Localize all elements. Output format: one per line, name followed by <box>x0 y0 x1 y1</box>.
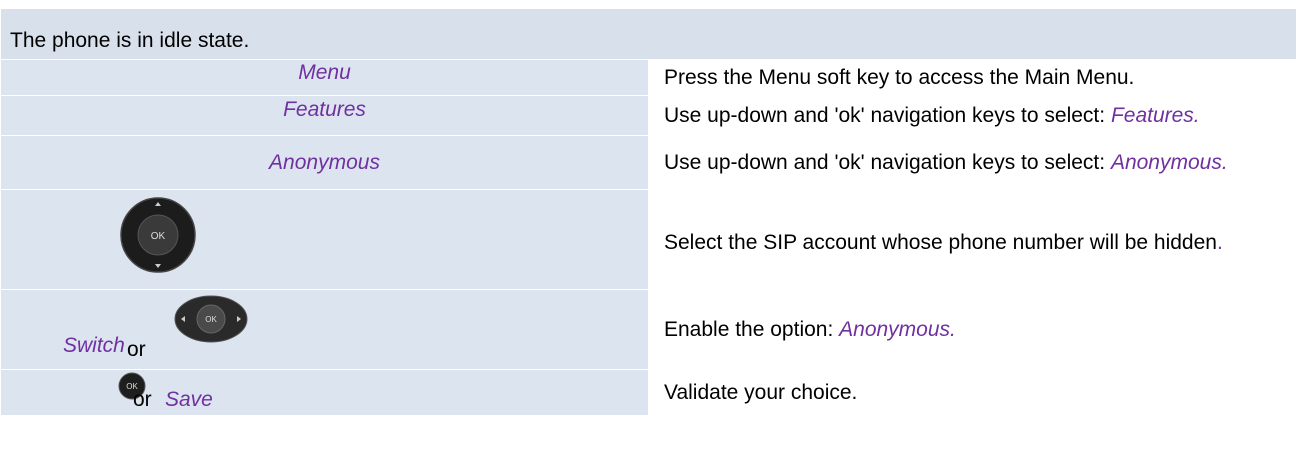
menu-softkey-label: Menu <box>298 60 351 84</box>
key-cell: Features <box>0 95 649 136</box>
save-softkey-label: Save <box>165 388 213 411</box>
header-text: The phone is in idle state. <box>10 29 250 52</box>
step-description-emphasis: Anonymous. <box>839 317 956 341</box>
step-description-emphasis: Features. <box>1110 103 1200 127</box>
instruction-table-wrapper: The phone is in idle state. Menu Press t… <box>0 8 1297 416</box>
anonymous-menu-label: Anonymous <box>269 150 380 174</box>
step-description: Use up-down and 'ok' navigation keys to … <box>664 150 1111 174</box>
step-description: Enable the option: <box>664 317 840 341</box>
step-description: Validate your choice. <box>664 380 858 404</box>
step-description: Use up-down and 'ok' navigation keys to … <box>664 103 1111 127</box>
table-row: OK or Save Validate your choice. <box>0 369 1297 416</box>
ok-label: OK <box>151 231 166 242</box>
table-row: Menu Press the Menu soft key to access t… <box>0 59 1297 96</box>
desc-cell: Select the SIP account whose phone numbe… <box>648 189 1297 290</box>
ok-navigation-pad-icon: OK <box>120 197 196 273</box>
or-text: or <box>133 388 152 411</box>
features-menu-label: Features <box>283 98 366 121</box>
table-row: OK Select the SIP account whose phone nu… <box>0 189 1297 290</box>
key-cell: Switch or OK <box>0 289 649 370</box>
desc-cell: Use up-down and 'ok' navigation keys to … <box>648 95 1297 136</box>
table-row: Switch or OK Enable the option: Anonymou… <box>0 289 1297 370</box>
key-cell: Anonymous <box>0 135 649 190</box>
step-description-period: . <box>1216 230 1223 254</box>
step-description: Select the SIP account whose phone numbe… <box>664 230 1217 254</box>
key-cell: OK or Save <box>0 369 649 416</box>
key-cell: Menu <box>0 59 649 96</box>
desc-cell: Press the Menu soft key to access the Ma… <box>648 59 1297 96</box>
or-text: or <box>127 338 146 361</box>
desc-cell: Validate your choice. <box>648 369 1297 416</box>
table-header-row: The phone is in idle state. <box>0 8 1297 60</box>
desc-cell: Use up-down and 'ok' navigation keys to … <box>648 135 1297 190</box>
desc-cell: Enable the option: Anonymous. <box>648 289 1297 370</box>
table-row: Features Use up-down and 'ok' navigation… <box>0 95 1297 136</box>
ok-label: OK <box>205 315 217 324</box>
step-description: Press the Menu soft key to access the Ma… <box>664 65 1135 89</box>
instruction-table: The phone is in idle state. Menu Press t… <box>0 8 1297 416</box>
switch-softkey-label: Switch <box>63 334 125 357</box>
table-header-cell: The phone is in idle state. <box>0 8 1297 60</box>
left-right-ok-pad-icon: OK <box>174 295 248 343</box>
key-cell: OK <box>0 189 649 290</box>
table-row: Anonymous Use up-down and 'ok' navigatio… <box>0 135 1297 190</box>
step-description-emphasis: Anonymous. <box>1110 150 1228 174</box>
